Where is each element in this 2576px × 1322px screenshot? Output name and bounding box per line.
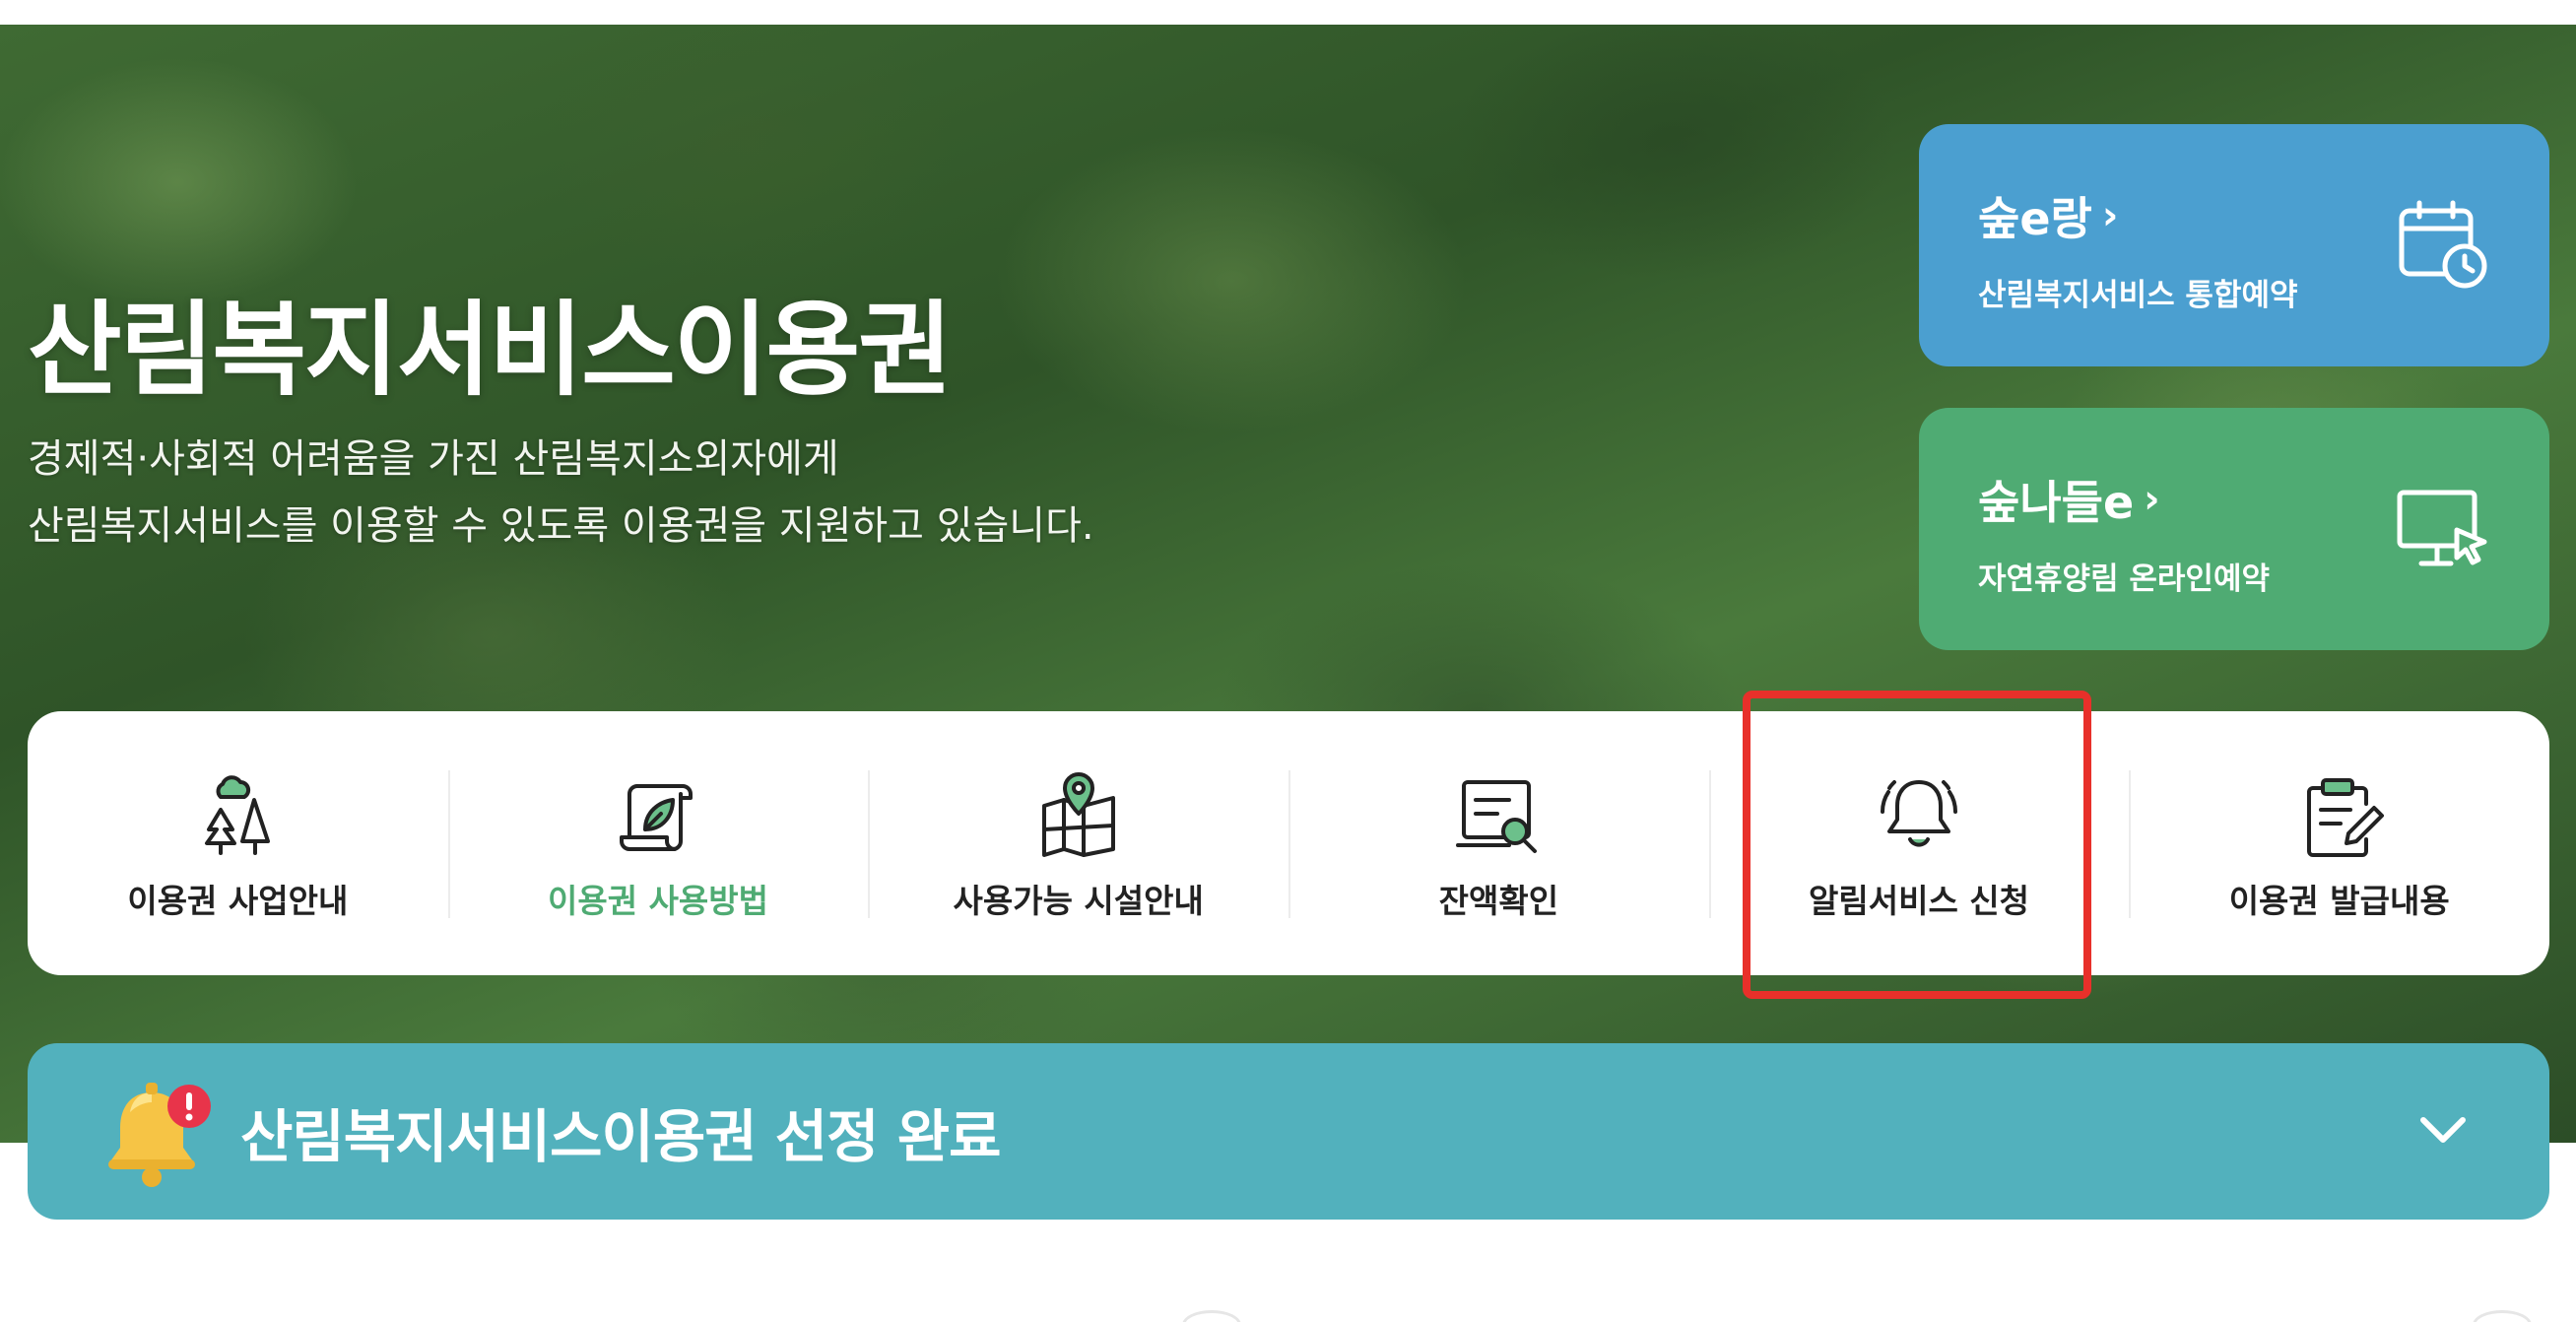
- menu-item-business-info[interactable]: 이용권 사업안내: [28, 711, 448, 975]
- bottom-edge-element: [2473, 1310, 2532, 1322]
- menu-label: 이용권 사용방법: [548, 882, 769, 920]
- calendar-clock-icon: [2399, 200, 2487, 289]
- clipboard-edit-icon: [2306, 778, 2384, 857]
- map-pin-icon: [1041, 772, 1115, 857]
- quick-link-soopnadeul[interactable]: 숲나들e › 자연휴양림 온라인예약: [1919, 408, 2549, 650]
- trees-icon: [205, 775, 271, 855]
- menu-item-alert-service[interactable]: 알림서비스 신청: [1708, 711, 2130, 975]
- chevron-right-icon: ›: [2144, 477, 2160, 522]
- menu-label: 이용권 사업안내: [127, 882, 349, 920]
- notice-text: 산림복지서비스이용권 선정 완료: [240, 1102, 1001, 1170]
- menu-item-issuance-history[interactable]: 이용권 발급내용: [2129, 711, 2549, 975]
- page-title: 산림복지서비스이용권: [28, 290, 953, 410]
- chevron-down-icon[interactable]: [2413, 1100, 2473, 1159]
- bottom-edge-element: [1182, 1310, 1241, 1322]
- service-menu: 이용권 사업안내 이용권 사용방법 사용가능 시설안내 잔액확인 알림서비스 신…: [28, 711, 2549, 975]
- search-document-icon: [1456, 780, 1538, 853]
- hero-description: 경제적·사회적 어려움을 가진 산림복지소외자에게 산림복지서비스를 이용할 수…: [28, 426, 1407, 560]
- hero-description-line-1: 경제적·사회적 어려움을 가진 산림복지소외자에게: [28, 436, 839, 482]
- menu-label: 이용권 발급내용: [2228, 882, 2450, 920]
- menu-item-usage-guide[interactable]: 이용권 사용방법: [447, 711, 869, 975]
- quick-link-sooperang[interactable]: 숲e랑 › 산림복지서비스 통합예약: [1919, 124, 2549, 366]
- menu-item-balance-check[interactable]: 잔액확인: [1288, 711, 1709, 975]
- menu-item-facility-guide[interactable]: 사용가능 시설안내: [868, 711, 1288, 975]
- chevron-right-icon: ›: [2101, 193, 2119, 238]
- bell-alert-icon: [108, 1082, 211, 1187]
- menu-label: 사용가능 시설안내: [953, 882, 1204, 920]
- hero-description-line-2: 산림복지서비스를 이용할 수 있도록 이용권을 지원하고 있습니다.: [28, 503, 1094, 549]
- menu-label: 잔액확인: [1438, 882, 1559, 920]
- monitor-cursor-icon: [2397, 490, 2487, 566]
- scroll-leaf-icon: [620, 784, 693, 851]
- notice-banner[interactable]: 산림복지서비스이용권 선정 완료: [28, 1043, 2549, 1220]
- menu-label: 알림서비스 신청: [1809, 882, 2030, 920]
- bell-ringing-icon: [1881, 780, 1958, 847]
